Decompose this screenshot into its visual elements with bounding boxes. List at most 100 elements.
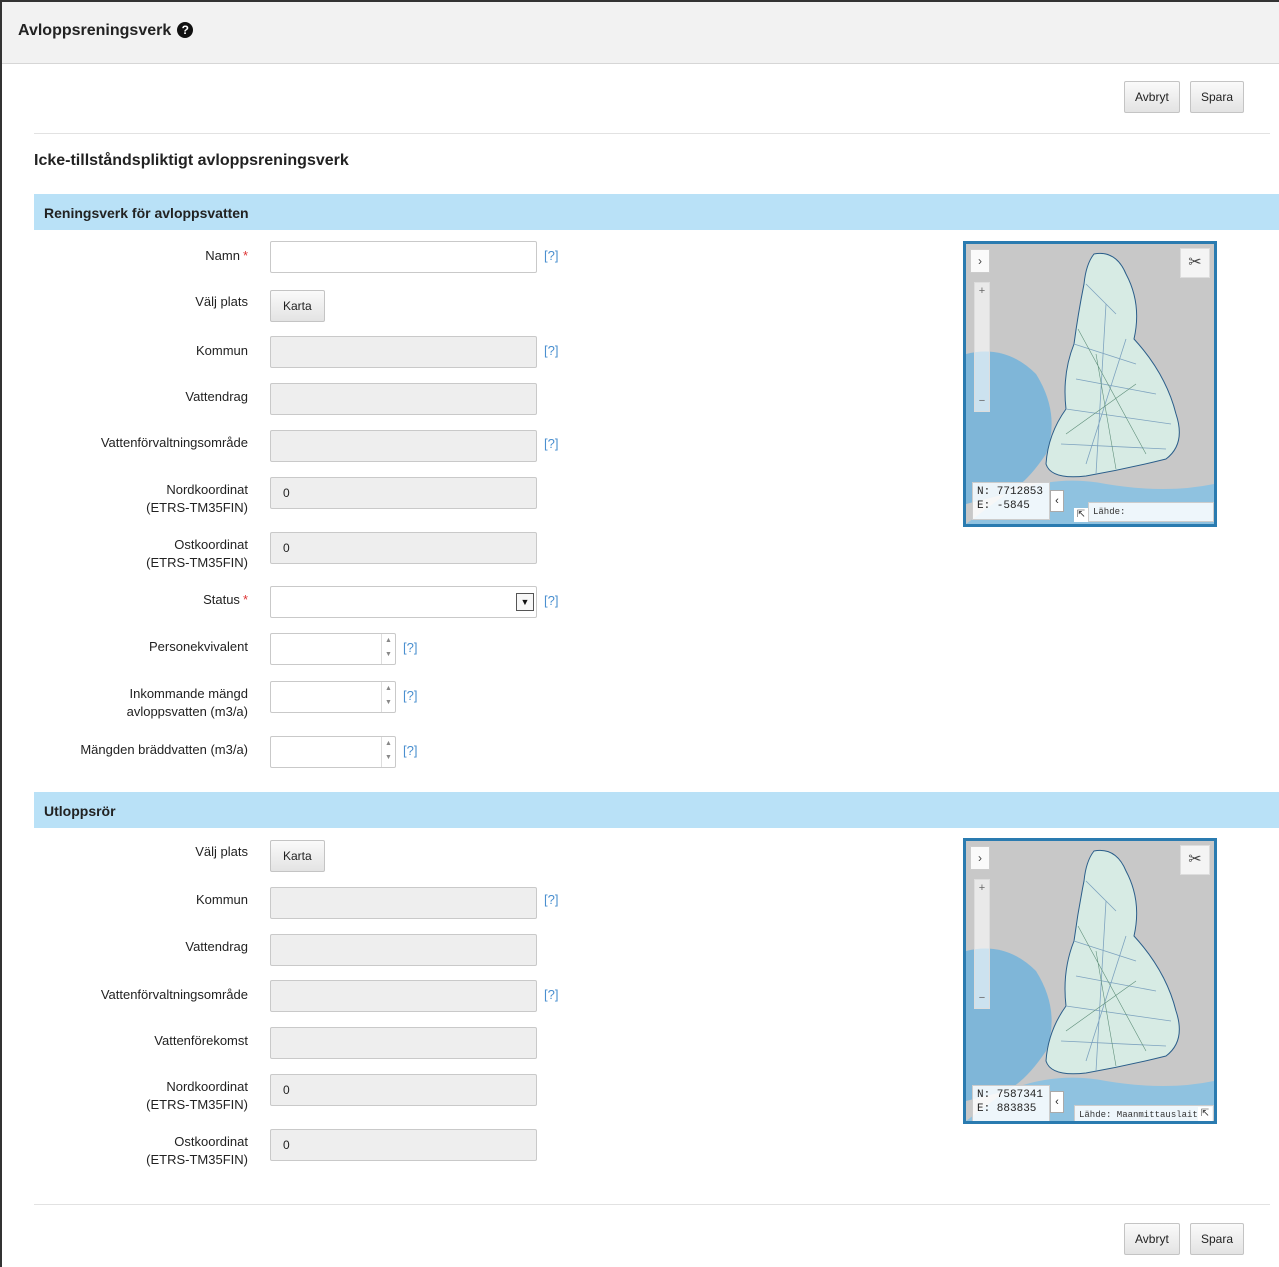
zoom-out-icon[interactable]: − bbox=[975, 395, 989, 409]
coord-east: E: -5845 bbox=[977, 500, 1030, 512]
save-button-bottom[interactable]: Spara bbox=[1190, 1223, 1245, 1255]
spinner-arrows-icon[interactable]: ▲ ▼ bbox=[381, 634, 395, 664]
status-select[interactable]: ▼ bbox=[270, 586, 537, 618]
page-header: Avloppsreningsverk? bbox=[18, 22, 194, 40]
municipality-label: Kommun bbox=[195, 343, 248, 358]
north-coordinate-field: 0 bbox=[270, 1074, 537, 1106]
zoom-bar[interactable]: + − bbox=[974, 282, 990, 412]
water-district-field bbox=[270, 430, 537, 462]
map-panel-toggle[interactable]: › bbox=[970, 846, 990, 870]
watercourse-field bbox=[270, 934, 537, 966]
expand-icon[interactable]: ⇱ bbox=[1198, 1107, 1212, 1121]
coord-east: E: 883835 bbox=[977, 1103, 1037, 1115]
map-source: Lähde: Maanmittauslaitos bbox=[1074, 1105, 1214, 1121]
north-coordinate-label: Nordkoordinat (ETRS-TM35FIN) bbox=[8, 481, 248, 517]
name-label: Namn * bbox=[8, 247, 248, 265]
location-map[interactable]: › ✂ + − N: 7712853 E: -5845 ‹ ⇱ Lähde: M… bbox=[963, 241, 1217, 527]
zoom-in-icon[interactable]: + bbox=[975, 285, 989, 299]
help-link-water-district[interactable]: [?] bbox=[544, 436, 558, 451]
coordinates-readout: N: 7587341 E: 883835 bbox=[972, 1085, 1050, 1121]
section-header-treatment-plant: Reningsverk för avloppsvatten bbox=[34, 194, 1279, 230]
help-link-municipality[interactable]: [?] bbox=[544, 343, 558, 358]
save-button-top[interactable]: Spara bbox=[1190, 81, 1245, 113]
map-button[interactable]: Karta bbox=[270, 290, 325, 322]
help-link-water-district[interactable]: [?] bbox=[544, 987, 558, 1002]
incoming-stepper[interactable]: ▲ ▼ bbox=[270, 681, 396, 713]
water-district-label: Vattenförvaltningsområde bbox=[100, 435, 248, 450]
incoming-label: Inkommande mängd avloppsvatten (m3/a) bbox=[8, 685, 248, 721]
tools-icon[interactable]: ✂ bbox=[1180, 845, 1210, 875]
pe-label: Personekvivalent bbox=[149, 639, 248, 654]
water-body-label: Vattenförekomst bbox=[154, 1033, 248, 1048]
north-coordinate-label: Nordkoordinat (ETRS-TM35FIN) bbox=[8, 1078, 248, 1114]
collapse-coords-icon[interactable]: ‹ bbox=[1050, 490, 1064, 512]
east-label-line1: Ostkoordinat bbox=[174, 1134, 248, 1149]
tools-icon[interactable]: ✂ bbox=[1180, 248, 1210, 278]
required-marker: * bbox=[242, 592, 248, 607]
north-label-line1: Nordkoordinat bbox=[166, 482, 248, 497]
north-label-line2: (ETRS-TM35FIN) bbox=[146, 500, 248, 515]
status-label-text: Status bbox=[203, 592, 240, 607]
name-input[interactable] bbox=[270, 241, 537, 273]
pe-stepper[interactable]: ▲ ▼ bbox=[270, 633, 396, 665]
water-district-field bbox=[270, 980, 537, 1012]
expand-icon[interactable]: ⇱ bbox=[1074, 508, 1088, 522]
status-label: Status * bbox=[8, 591, 248, 609]
watercourse-label: Vattendrag bbox=[185, 389, 248, 404]
help-link-pe[interactable]: [?] bbox=[403, 640, 417, 655]
water-body-field bbox=[270, 1027, 537, 1059]
title-bar: Avloppsreningsverk? bbox=[2, 2, 1279, 64]
north-label-line1: Nordkoordinat bbox=[166, 1079, 248, 1094]
overflow-stepper[interactable]: ▲ ▼ bbox=[270, 736, 396, 768]
help-link-overflow[interactable]: [?] bbox=[403, 743, 417, 758]
choose-location-label: Välj plats bbox=[195, 844, 248, 859]
map-panel-toggle[interactable]: › bbox=[970, 249, 990, 273]
finland-map-graphic bbox=[966, 841, 1214, 1121]
help-link-status[interactable]: [?] bbox=[544, 593, 558, 608]
section-title: Reningsverk för avloppsvatten bbox=[44, 205, 249, 221]
required-marker: * bbox=[242, 248, 248, 263]
incoming-label-line2: avloppsvatten (m3/a) bbox=[126, 704, 248, 719]
east-coordinate-label: Ostkoordinat (ETRS-TM35FIN) bbox=[8, 1133, 248, 1169]
section-title: Utloppsrör bbox=[44, 803, 116, 819]
cancel-button-bottom[interactable]: Avbryt bbox=[1124, 1223, 1180, 1255]
name-label-text: Namn bbox=[205, 248, 240, 263]
divider-top bbox=[34, 133, 1270, 134]
map-button[interactable]: Karta bbox=[270, 840, 325, 872]
water-district-label: Vattenförvaltningsområde bbox=[100, 987, 248, 1002]
zoom-bar[interactable]: + − bbox=[974, 879, 990, 1009]
collapse-coords-icon[interactable]: ‹ bbox=[1050, 1091, 1064, 1113]
help-link-municipality[interactable]: [?] bbox=[544, 892, 558, 907]
east-coordinate-label: Ostkoordinat (ETRS-TM35FIN) bbox=[8, 536, 248, 572]
divider-bottom bbox=[34, 1204, 1270, 1205]
east-coordinate-field: 0 bbox=[270, 532, 537, 564]
watercourse-label: Vattendrag bbox=[185, 939, 248, 954]
zoom-in-icon[interactable]: + bbox=[975, 882, 989, 896]
location-map[interactable]: › ✂ + − N: 7587341 E: 883835 ‹ Lähde: Ma… bbox=[963, 838, 1217, 1124]
map-source: Lähde: Maanmittauslaitos bbox=[1088, 502, 1214, 522]
incoming-label-line1: Inkommande mängd bbox=[129, 686, 248, 701]
chevron-down-icon[interactable]: ▼ bbox=[516, 593, 534, 611]
page-title: Icke-tillståndspliktigt avloppsreningsve… bbox=[34, 152, 349, 169]
east-label-line2: (ETRS-TM35FIN) bbox=[146, 555, 248, 570]
help-link-incoming[interactable]: [?] bbox=[403, 688, 417, 703]
spinner-arrows-icon[interactable]: ▲ ▼ bbox=[381, 737, 395, 767]
municipality-label: Kommun bbox=[195, 892, 248, 907]
watercourse-field bbox=[270, 383, 537, 415]
municipality-field bbox=[270, 336, 537, 368]
choose-location-label: Välj plats bbox=[195, 294, 248, 309]
coord-north: N: 7587341 bbox=[977, 1089, 1044, 1101]
header-title: Avloppsreningsverk bbox=[18, 22, 172, 39]
east-label-line2: (ETRS-TM35FIN) bbox=[146, 1152, 248, 1167]
overflow-label: Mängden bräddvatten (m3/a) bbox=[80, 742, 248, 757]
spinner-arrows-icon[interactable]: ▲ ▼ bbox=[381, 682, 395, 712]
help-link-name[interactable]: [?] bbox=[544, 248, 558, 263]
east-coordinate-field: 0 bbox=[270, 1129, 537, 1161]
coordinates-readout: N: 7712853 E: -5845 bbox=[972, 482, 1050, 520]
question-circle-icon[interactable]: ? bbox=[177, 22, 194, 38]
cancel-button-top[interactable]: Avbryt bbox=[1124, 81, 1180, 113]
east-label-line1: Ostkoordinat bbox=[174, 537, 248, 552]
zoom-out-icon[interactable]: − bbox=[975, 992, 989, 1006]
coord-north: N: 7712853 bbox=[977, 486, 1044, 498]
municipality-field bbox=[270, 887, 537, 919]
